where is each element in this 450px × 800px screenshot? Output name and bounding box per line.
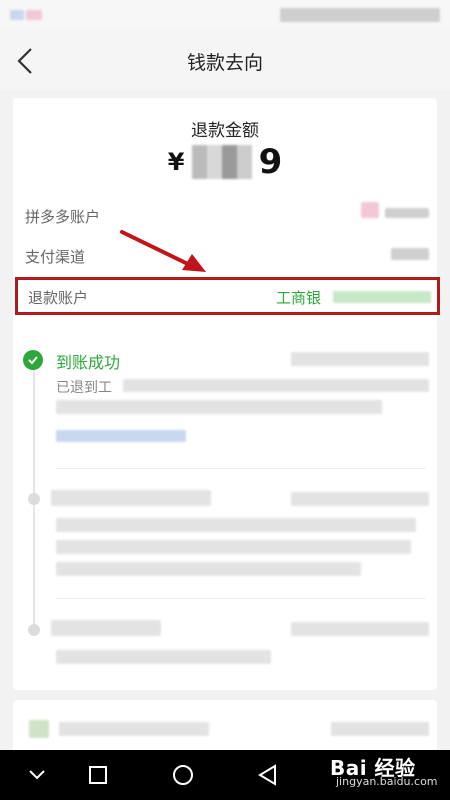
divider xyxy=(56,468,426,469)
step-processing-desc-blurred xyxy=(56,540,411,554)
status-indicators-blurred xyxy=(280,8,440,22)
amount-visible-digit: 9 xyxy=(258,142,283,182)
annotation-arrow-icon xyxy=(120,230,206,272)
step-success-link-blurred[interactable] xyxy=(56,430,186,442)
header: 钱款去向 xyxy=(0,30,450,90)
page-title: 钱款去向 xyxy=(186,52,263,74)
next-card-text-blurred xyxy=(59,722,209,736)
step-success-time-blurred xyxy=(291,352,429,366)
step-success-desc-blurred xyxy=(56,400,382,414)
refund-account-number-blurred xyxy=(333,291,431,303)
pdd-account-label: 拼多多账户 xyxy=(25,208,101,226)
step-dot xyxy=(28,624,40,636)
step-submitted-time-blurred xyxy=(291,622,429,636)
watermark-url: jingyan.baidu.com xyxy=(336,775,438,788)
refund-amount: ¥ 9 xyxy=(13,142,437,188)
status-bar xyxy=(0,0,450,30)
amount-mask-blurred xyxy=(191,145,252,179)
payment-channel-value-blurred xyxy=(391,248,429,260)
refund-card: 退款金额 ¥ 9 拼多多账户 支付渠道 到账成功 已退到工 xyxy=(13,98,437,690)
step-processing-desc-blurred xyxy=(56,562,361,576)
next-card-value-blurred xyxy=(331,722,429,736)
triangle-back-icon xyxy=(258,764,276,786)
step-processing-title-blurred xyxy=(51,490,211,506)
refund-account-label: 退款账户 xyxy=(28,289,89,307)
step-submitted-desc-blurred xyxy=(56,650,271,664)
next-card-icon-blurred xyxy=(29,720,49,738)
step-success-desc-blurred xyxy=(123,379,429,392)
nav-recents-button[interactable] xyxy=(85,762,111,788)
pdd-account-value-blurred xyxy=(385,208,429,218)
divider xyxy=(56,598,426,599)
square-icon xyxy=(89,766,107,784)
step-success-title: 到账成功 xyxy=(56,353,121,372)
step-submitted-title-blurred xyxy=(51,620,161,636)
refund-account-value: 工商银 xyxy=(276,289,322,307)
next-card xyxy=(13,700,437,756)
step-processing-time-blurred xyxy=(291,492,429,506)
refund-account-row: 退款账户 工商银 xyxy=(15,277,440,315)
status-icon-blurred xyxy=(10,10,24,20)
chevron-down-icon xyxy=(29,770,45,780)
payment-channel-label: 支付渠道 xyxy=(25,248,86,266)
step-dot xyxy=(28,493,40,505)
currency-symbol: ¥ xyxy=(167,148,185,176)
nav-back-button[interactable] xyxy=(255,762,281,788)
circle-icon xyxy=(173,765,193,785)
check-circle-icon xyxy=(23,350,43,370)
nav-home-button[interactable] xyxy=(170,762,196,788)
nav-hide-button[interactable] xyxy=(24,762,50,788)
status-icon-blurred xyxy=(26,10,42,20)
pdd-account-avatar-blurred xyxy=(361,202,379,218)
refund-amount-label: 退款金额 xyxy=(191,121,259,141)
step-processing-desc-blurred xyxy=(56,518,416,532)
step-success-desc: 已退到工 xyxy=(56,380,112,396)
